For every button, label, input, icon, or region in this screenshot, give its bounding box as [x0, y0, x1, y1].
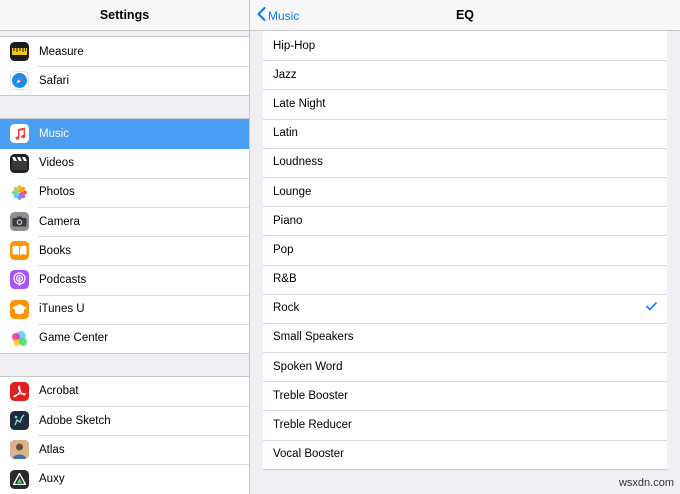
- settings-item-label: Acrobat: [39, 385, 79, 398]
- auxy-icon: [10, 469, 29, 489]
- settings-item-atlas[interactable]: Atlas: [0, 435, 249, 464]
- eq-option-latin[interactable]: Latin: [263, 118, 667, 148]
- settings-item-label: Camera: [39, 215, 80, 228]
- eq-option-label: Latin: [273, 127, 298, 140]
- detail-header: Music EQ: [250, 0, 680, 31]
- eq-option-treble-booster[interactable]: Treble Booster: [263, 381, 667, 410]
- videos-icon: [10, 153, 29, 173]
- eq-option-label: Hip-Hop: [273, 39, 316, 52]
- settings-item-label: Auxy: [39, 473, 65, 486]
- eq-option-loudness[interactable]: Loudness: [263, 147, 667, 177]
- eq-option-label: Rock: [273, 302, 300, 315]
- eq-option-spoken-word[interactable]: Spoken Word: [263, 352, 667, 381]
- page-title: EQ: [455, 8, 475, 22]
- books-icon: [10, 241, 29, 261]
- back-button-label: Music: [268, 8, 300, 23]
- settings-item-label: Safari: [39, 74, 70, 87]
- settings-item-itunes-u[interactable]: iTunes U: [0, 294, 249, 324]
- eq-option-rock[interactable]: Rock: [263, 293, 667, 323]
- settings-group-2: Music Videos Photos Camera Books Podcast…: [0, 118, 249, 354]
- eq-option-label: Loudness: [273, 156, 323, 169]
- camera-icon: [10, 212, 29, 232]
- eq-option-label: Pop: [273, 243, 294, 256]
- settings-item-measure[interactable]: Measure: [0, 37, 249, 66]
- settings-item-auxy[interactable]: Auxy: [0, 464, 249, 493]
- eq-option-vocal-booster[interactable]: Vocal Booster: [263, 439, 667, 469]
- photos-icon: [10, 182, 29, 202]
- settings-item-videos[interactable]: Videos: [0, 149, 249, 178]
- eq-option-r-and-b[interactable]: R&B: [263, 264, 667, 294]
- settings-item-label: Adobe Sketch: [39, 414, 111, 427]
- eq-option-label: Spoken Word: [273, 360, 343, 373]
- safari-icon: [10, 71, 29, 91]
- settings-item-label: iTunes U: [39, 303, 85, 316]
- eq-option-late-night[interactable]: Late Night: [263, 89, 667, 118]
- settings-item-photos[interactable]: Photos: [0, 177, 249, 207]
- itunes-u-icon: [10, 299, 29, 319]
- eq-option-label: Treble Booster: [273, 389, 348, 402]
- settings-item-acrobat[interactable]: Acrobat: [0, 377, 249, 406]
- settings-item-label: Music: [39, 127, 70, 140]
- eq-option-jazz[interactable]: Jazz: [263, 60, 667, 89]
- settings-item-label: Podcasts: [39, 273, 87, 286]
- sidebar-header: Settings: [0, 0, 249, 31]
- eq-option-label: Vocal Booster: [273, 448, 344, 461]
- settings-item-label: Atlas: [39, 443, 65, 456]
- settings-item-camera[interactable]: Camera: [0, 206, 249, 236]
- eq-option-small-speakers[interactable]: Small Speakers: [263, 322, 667, 352]
- settings-item-label: Measure: [39, 45, 84, 58]
- watermark: wsxdn.com: [618, 477, 674, 489]
- atlas-icon: [10, 440, 29, 460]
- eq-option-treble-reducer[interactable]: Treble Reducer: [263, 410, 667, 439]
- chevron-left-icon: [257, 7, 268, 24]
- eq-option-label: Jazz: [273, 68, 297, 81]
- eq-option-label: Lounge: [273, 185, 312, 198]
- adobe-sketch-icon: [10, 411, 29, 431]
- settings-item-podcasts[interactable]: Podcasts: [0, 265, 249, 294]
- eq-option-label: Late Night: [273, 97, 326, 110]
- eq-option-label: Small Speakers: [273, 331, 354, 344]
- eq-detail-pane: Music EQ Hip-Hop Jazz Late Night Latin L…: [250, 0, 680, 494]
- eq-option-hip-hop[interactable]: Hip-Hop: [263, 31, 667, 60]
- settings-group-3: Acrobat Adobe Sketch Atlas Auxy: [0, 375, 249, 494]
- settings-item-game-center[interactable]: Game Center: [0, 323, 249, 353]
- sidebar-title: Settings: [99, 8, 150, 22]
- settings-group-1: Measure Safari: [0, 36, 249, 97]
- back-button[interactable]: Music: [257, 0, 299, 31]
- settings-item-books[interactable]: Books: [0, 236, 249, 265]
- settings-item-safari[interactable]: Safari: [0, 66, 249, 95]
- checkmark-icon: [646, 301, 657, 314]
- eq-option-label: Treble Reducer: [273, 419, 352, 432]
- eq-option-label: R&B: [273, 273, 297, 286]
- eq-options-list: Hip-Hop Jazz Late Night Latin Loudness L…: [263, 31, 667, 470]
- settings-item-label: Photos: [39, 186, 75, 199]
- settings-item-label: Books: [39, 244, 71, 257]
- settings-sidebar: Settings Measure Safari Music Videos Pho…: [0, 0, 249, 494]
- eq-option-label: Piano: [273, 214, 303, 227]
- settings-item-music[interactable]: Music: [0, 119, 249, 149]
- settings-item-adobe-sketch[interactable]: Adobe Sketch: [0, 406, 249, 435]
- acrobat-icon: [10, 381, 29, 401]
- podcasts-icon: [10, 270, 29, 290]
- settings-item-label: Game Center: [39, 332, 109, 345]
- music-icon: [10, 124, 29, 144]
- eq-option-lounge[interactable]: Lounge: [263, 176, 667, 206]
- eq-option-pop[interactable]: Pop: [263, 235, 667, 264]
- settings-item-label: Videos: [39, 157, 74, 170]
- measure-icon: [10, 42, 29, 62]
- game-center-icon: [10, 328, 29, 348]
- eq-option-piano[interactable]: Piano: [263, 206, 667, 235]
